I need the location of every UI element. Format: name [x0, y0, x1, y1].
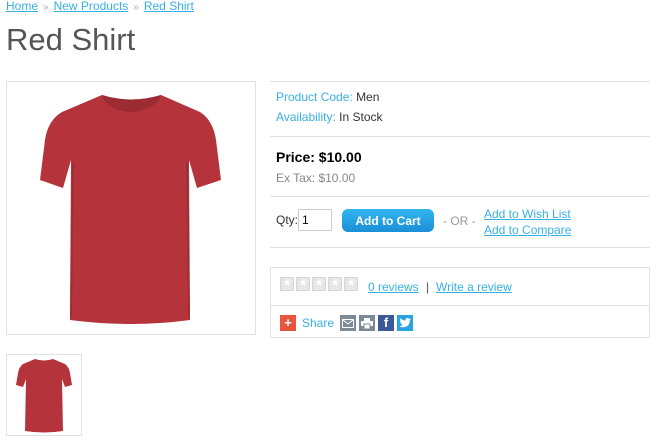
star-empty-icon	[328, 276, 342, 291]
availability-value: In Stock	[339, 110, 383, 124]
product-code-row: Product Code: Men	[276, 90, 379, 104]
divider	[270, 247, 650, 248]
divider	[270, 136, 650, 137]
product-main-image[interactable]	[6, 81, 256, 335]
share-bar: + Share f	[280, 315, 416, 331]
or-separator: - OR -	[443, 214, 476, 228]
add-to-compare-link[interactable]: Add to Compare	[484, 223, 571, 237]
breadcrumb-current[interactable]: Red Shirt	[144, 0, 194, 13]
product-thumbnail[interactable]	[6, 354, 82, 436]
twitter-icon[interactable]	[397, 315, 414, 331]
star-empty-icon	[344, 276, 358, 291]
price: Price: $10.00	[276, 149, 362, 165]
star-empty-icon	[280, 276, 294, 291]
availability-row: Availability: In Stock	[276, 110, 383, 124]
ex-tax-price: Ex Tax: $10.00	[276, 171, 356, 185]
breadcrumb-separator: »	[133, 2, 139, 13]
product-code-value: Men	[356, 90, 380, 104]
availability-label: Availability:	[276, 110, 336, 124]
write-review-link[interactable]: Write a review	[436, 280, 512, 294]
breadcrumb-new-products[interactable]: New Products	[54, 0, 129, 13]
shirt-thumbnail-image	[16, 359, 72, 433]
product-code-label: Product Code:	[276, 90, 353, 104]
share-plus-icon[interactable]: +	[280, 315, 296, 331]
add-to-wishlist-link[interactable]: Add to Wish List	[484, 207, 571, 221]
add-to-cart-button[interactable]: Add to Cart	[342, 209, 434, 232]
review-box: 0 reviews | Write a review + Share f	[270, 267, 650, 338]
facebook-icon[interactable]: f	[378, 315, 395, 331]
divider	[271, 305, 649, 306]
rating-stars	[280, 276, 358, 291]
reviews-count-link[interactable]: 0 reviews	[368, 280, 419, 294]
shirt-image	[40, 95, 221, 324]
qty-input[interactable]	[298, 209, 332, 231]
breadcrumb-separator: »	[43, 2, 49, 13]
page-title: Red Shirt	[6, 22, 136, 57]
print-icon[interactable]	[359, 315, 376, 331]
breadcrumb: Home » New Products » Red Shirt	[6, 0, 194, 13]
email-icon[interactable]	[340, 315, 357, 331]
divider	[270, 81, 650, 82]
share-label[interactable]: Share	[302, 316, 334, 330]
breadcrumb-home[interactable]: Home	[6, 0, 38, 13]
divider	[270, 196, 650, 197]
qty-label: Qty:	[276, 213, 299, 227]
review-divider: |	[426, 280, 430, 294]
star-empty-icon	[312, 276, 326, 291]
star-empty-icon	[296, 276, 310, 291]
